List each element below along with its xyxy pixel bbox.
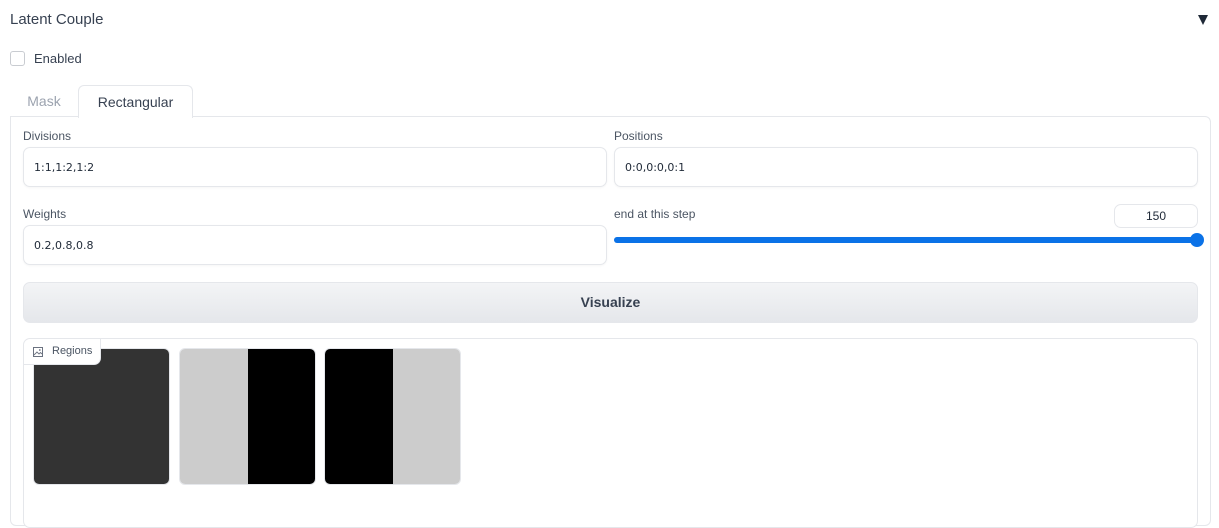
image-icon xyxy=(33,347,43,357)
positions-input[interactable] xyxy=(614,147,1198,187)
accordion-title: Latent Couple xyxy=(10,11,104,28)
weights-input[interactable] xyxy=(23,225,607,265)
slider-thumb[interactable] xyxy=(1190,233,1204,247)
region-thumbnail-left-half xyxy=(325,349,393,484)
region-thumbnail-right-half xyxy=(392,349,460,484)
tab-mask[interactable]: Mask xyxy=(10,85,78,117)
region-thumbnail-1[interactable] xyxy=(33,348,170,485)
enabled-label: Enabled xyxy=(34,51,82,66)
regions-gallery: Regions xyxy=(23,338,1198,528)
region-thumbnail-right-half xyxy=(247,349,315,484)
gallery-label: Regions xyxy=(24,339,101,365)
slider-fill xyxy=(614,237,1198,243)
positions-label: Positions xyxy=(614,129,663,143)
weights-label: Weights xyxy=(23,207,67,221)
end-step-number-input[interactable]: 150 xyxy=(1114,204,1198,228)
enabled-checkbox[interactable] xyxy=(10,51,25,66)
end-step-slider[interactable] xyxy=(614,232,1204,248)
region-thumbnail-left-half xyxy=(34,349,102,484)
region-thumbnail-2[interactable] xyxy=(179,348,316,485)
end-step-label: end at this step xyxy=(614,207,696,221)
triangle-down-icon[interactable] xyxy=(1197,14,1209,26)
divisions-input[interactable] xyxy=(23,147,607,187)
accordion-header[interactable]: Latent Couple xyxy=(10,10,1209,30)
gallery-label-text: Regions xyxy=(52,345,93,357)
region-thumbnail-left-half xyxy=(180,349,248,484)
region-thumbnail-3[interactable] xyxy=(324,348,461,485)
divisions-label: Divisions xyxy=(23,129,72,143)
tab-rectangular[interactable]: Rectangular xyxy=(78,85,193,118)
region-thumbnail-right-half xyxy=(101,349,169,484)
visualize-button[interactable]: Visualize xyxy=(23,282,1198,323)
